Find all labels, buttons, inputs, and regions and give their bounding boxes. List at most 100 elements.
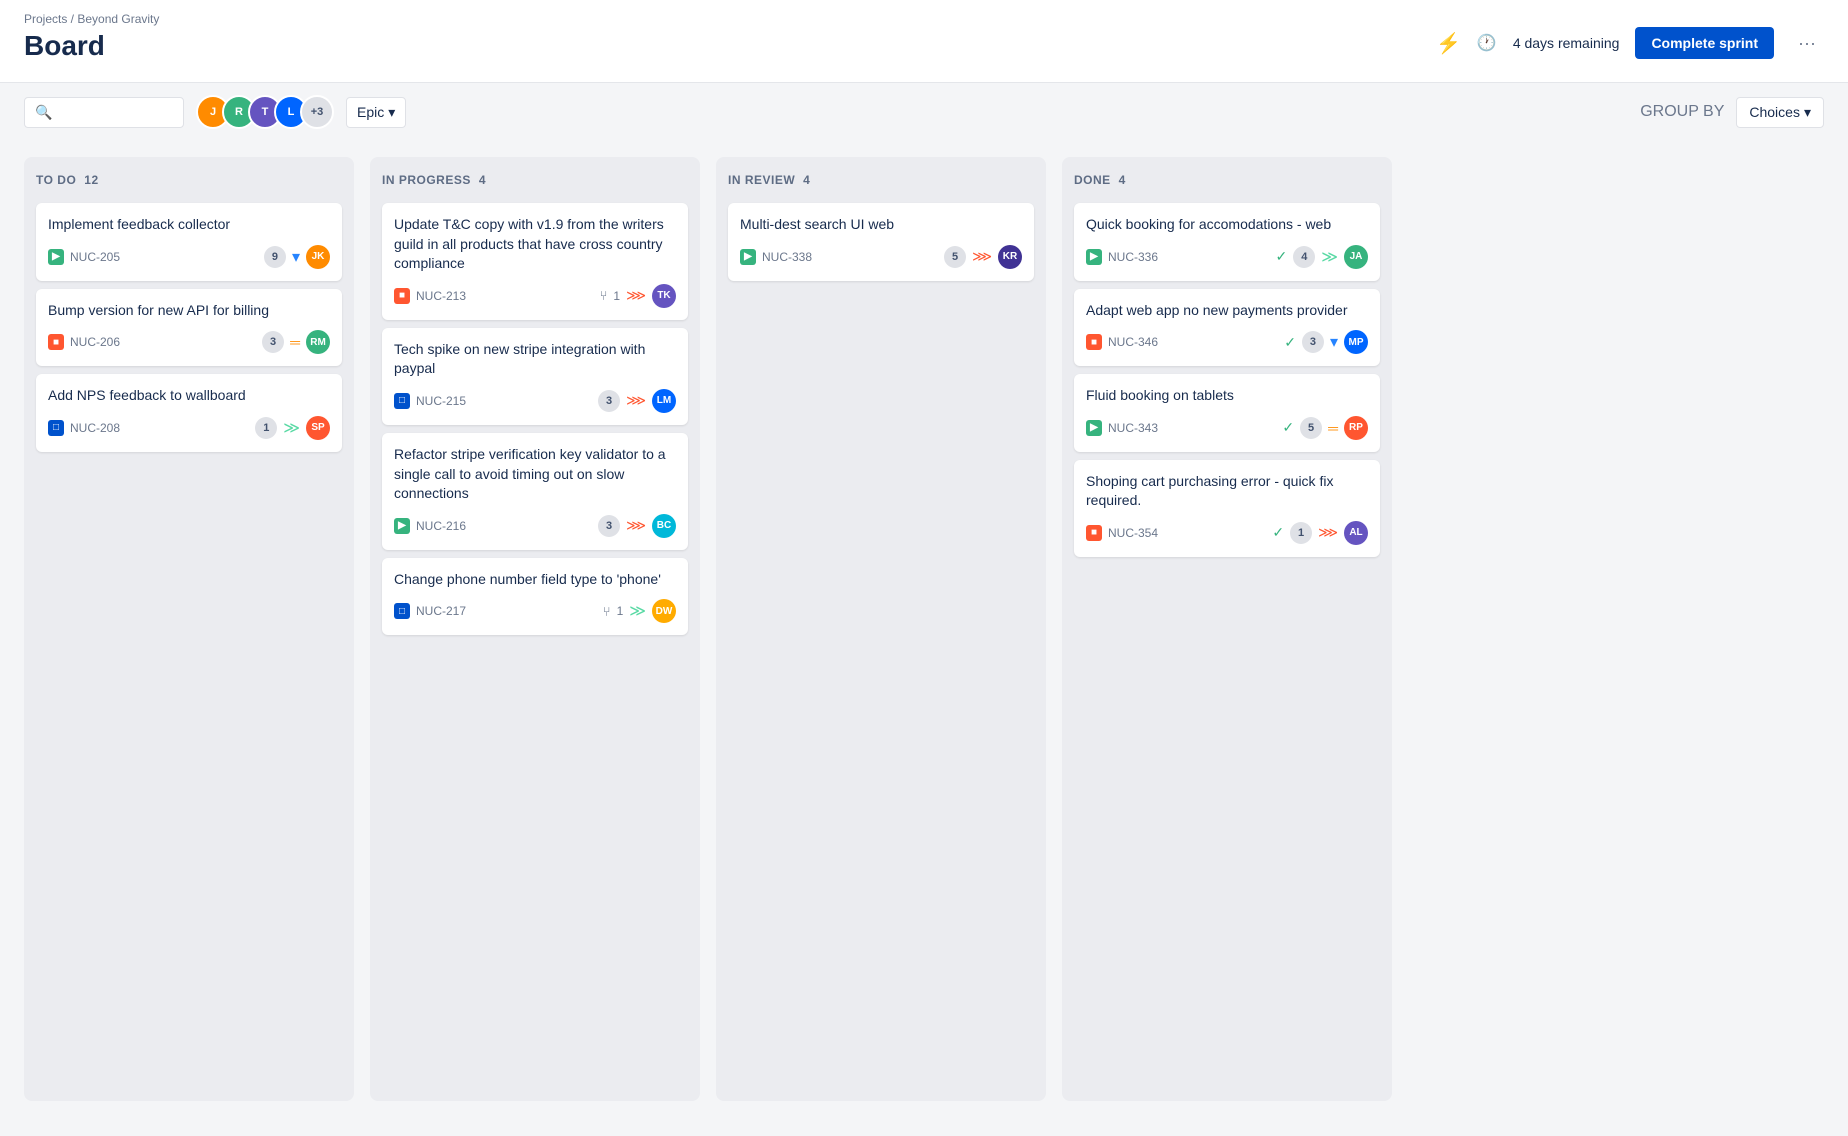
issue-id: NUC-336 [1108, 250, 1158, 264]
page-title: Board [24, 30, 159, 74]
issue-id: NUC-205 [70, 250, 120, 264]
breadcrumb: Projects / Beyond Gravity [24, 12, 159, 26]
epic-chevron-icon: ▾ [388, 104, 395, 121]
search-box[interactable]: 🔍 [24, 97, 184, 128]
choices-dropdown[interactable]: Choices ▾ [1736, 97, 1824, 128]
header-right: ⚡ 🕐 4 days remaining Complete sprint ··· [1436, 27, 1824, 59]
card-NUC-338[interactable]: Multi-dest search UI web ▶ NUC-338 5⋙KR [728, 203, 1034, 281]
issue-id: NUC-343 [1108, 421, 1158, 435]
branch-count: 1 [617, 604, 624, 618]
branch-icon: ⑂ [600, 288, 608, 303]
card-avatar: AL [1344, 521, 1368, 545]
issue-id: NUC-206 [70, 335, 120, 349]
card-right: 1≫SP [255, 416, 330, 440]
header-left: Projects / Beyond Gravity Board [24, 12, 159, 74]
card-title: Change phone number field type to 'phone… [394, 570, 676, 590]
card-right: ✓5═RP [1282, 416, 1368, 440]
card-right: ✓4≫JA [1276, 245, 1368, 269]
issue-id: NUC-216 [416, 519, 466, 533]
card-title: Implement feedback collector [48, 215, 330, 235]
avatar-more[interactable]: +3 [300, 95, 334, 129]
card-title: Refactor stripe verification key validat… [394, 445, 676, 504]
epic-filter[interactable]: Epic ▾ [346, 97, 406, 128]
group-by-label: GROUP BY [1640, 103, 1724, 121]
card-NUC-215[interactable]: Tech spike on new stripe integration wit… [382, 328, 688, 425]
column-done: DONE 4 Quick booking for accomodations -… [1062, 157, 1392, 1101]
check-icon: ✓ [1282, 419, 1294, 436]
story-points-badge: 3 [1302, 331, 1324, 353]
card-avatar: RP [1344, 416, 1368, 440]
card-avatar: MP [1344, 330, 1368, 354]
story-points-badge: 4 [1293, 246, 1315, 268]
clock-icon: 🕐 [1477, 33, 1497, 53]
card-avatar: KR [998, 245, 1022, 269]
card-NUC-205[interactable]: Implement feedback collector ▶ NUC-205 9… [36, 203, 342, 281]
column-header-todo: TO DO 12 [36, 169, 342, 195]
avatar-group: J R T L +3 [196, 95, 334, 129]
column-title: IN REVIEW [728, 173, 795, 187]
story-points-badge: 5 [944, 246, 966, 268]
column-header-in-progress: IN PROGRESS 4 [382, 169, 688, 195]
card-title: Multi-dest search UI web [740, 215, 1022, 235]
complete-sprint-button[interactable]: Complete sprint [1635, 27, 1774, 59]
card-NUC-217[interactable]: Change phone number field type to 'phone… [382, 558, 688, 636]
story-points-badge: 1 [255, 417, 277, 439]
more-options-button[interactable]: ··· [1790, 29, 1824, 58]
toolbar-right: GROUP BY Choices ▾ [1640, 97, 1824, 128]
branch-count: 1 [613, 289, 620, 303]
card-avatar: DW [652, 599, 676, 623]
check-icon: ✓ [1284, 334, 1296, 351]
search-input[interactable] [58, 104, 173, 120]
column-in-review: IN REVIEW 4 Multi-dest search UI web ▶ N… [716, 157, 1046, 1101]
column-count: 4 [803, 173, 810, 187]
card-title: Update T&C copy with v1.9 from the write… [394, 215, 676, 274]
card-right: ✓3▾MP [1284, 330, 1368, 354]
story-points-badge: 3 [598, 390, 620, 412]
card-right: 3═RM [262, 330, 330, 354]
story-points-badge: 5 [1300, 417, 1322, 439]
card-title: Fluid booking on tablets [1086, 386, 1368, 406]
card-right: 3⋙BC [598, 514, 676, 538]
card-NUC-343[interactable]: Fluid booking on tablets ▶ NUC-343 ✓5═RP [1074, 374, 1380, 452]
toolbar: 🔍 J R T L +3 Epic ▾ GROUP BY Choices ▾ [0, 83, 1848, 141]
card-title: Tech spike on new stripe integration wit… [394, 340, 676, 379]
card-avatar: TK [652, 284, 676, 308]
card-avatar: JK [306, 245, 330, 269]
card-NUC-354[interactable]: Shoping cart purchasing error - quick fi… [1074, 460, 1380, 557]
issue-id: NUC-213 [416, 289, 466, 303]
card-avatar: SP [306, 416, 330, 440]
story-points-badge: 1 [1290, 522, 1312, 544]
card-avatar: JA [1344, 245, 1368, 269]
board: TO DO 12 Implement feedback collector ▶ … [0, 141, 1848, 1117]
search-icon: 🔍 [35, 104, 52, 121]
card-title: Adapt web app no new payments provider [1086, 301, 1368, 321]
branch-icon: ⑂ [603, 604, 611, 619]
choices-label: Choices [1749, 104, 1800, 120]
card-right: 3⋙LM [598, 389, 676, 413]
column-title: IN PROGRESS [382, 173, 471, 187]
issue-id: NUC-354 [1108, 526, 1158, 540]
card-NUC-346[interactable]: Adapt web app no new payments provider ■… [1074, 289, 1380, 367]
toolbar-left: 🔍 J R T L +3 Epic ▾ [24, 95, 406, 129]
card-right: 9▾JK [264, 245, 330, 269]
choices-chevron-icon: ▾ [1804, 104, 1811, 121]
card-NUC-213[interactable]: Update T&C copy with v1.9 from the write… [382, 203, 688, 320]
column-count: 4 [479, 173, 486, 187]
column-title: TO DO [36, 173, 76, 187]
lightning-icon: ⚡ [1436, 31, 1461, 56]
card-right: 5⋙KR [944, 245, 1022, 269]
issue-id: NUC-215 [416, 394, 466, 408]
issue-id: NUC-346 [1108, 335, 1158, 349]
card-NUC-206[interactable]: Bump version for new API for billing ■ N… [36, 289, 342, 367]
issue-id: NUC-217 [416, 604, 466, 618]
card-NUC-336[interactable]: Quick booking for accomodations - web ▶ … [1074, 203, 1380, 281]
card-NUC-208[interactable]: Add NPS feedback to wallboard □ NUC-208 … [36, 374, 342, 452]
story-points-badge: 9 [264, 246, 286, 268]
card-right: ⑂1⋙TK [600, 284, 676, 308]
card-avatar: BC [652, 514, 676, 538]
epic-label: Epic [357, 104, 384, 120]
card-NUC-216[interactable]: Refactor stripe verification key validat… [382, 433, 688, 550]
column-count: 4 [1119, 173, 1126, 187]
card-title: Add NPS feedback to wallboard [48, 386, 330, 406]
card-title: Shoping cart purchasing error - quick fi… [1086, 472, 1368, 511]
